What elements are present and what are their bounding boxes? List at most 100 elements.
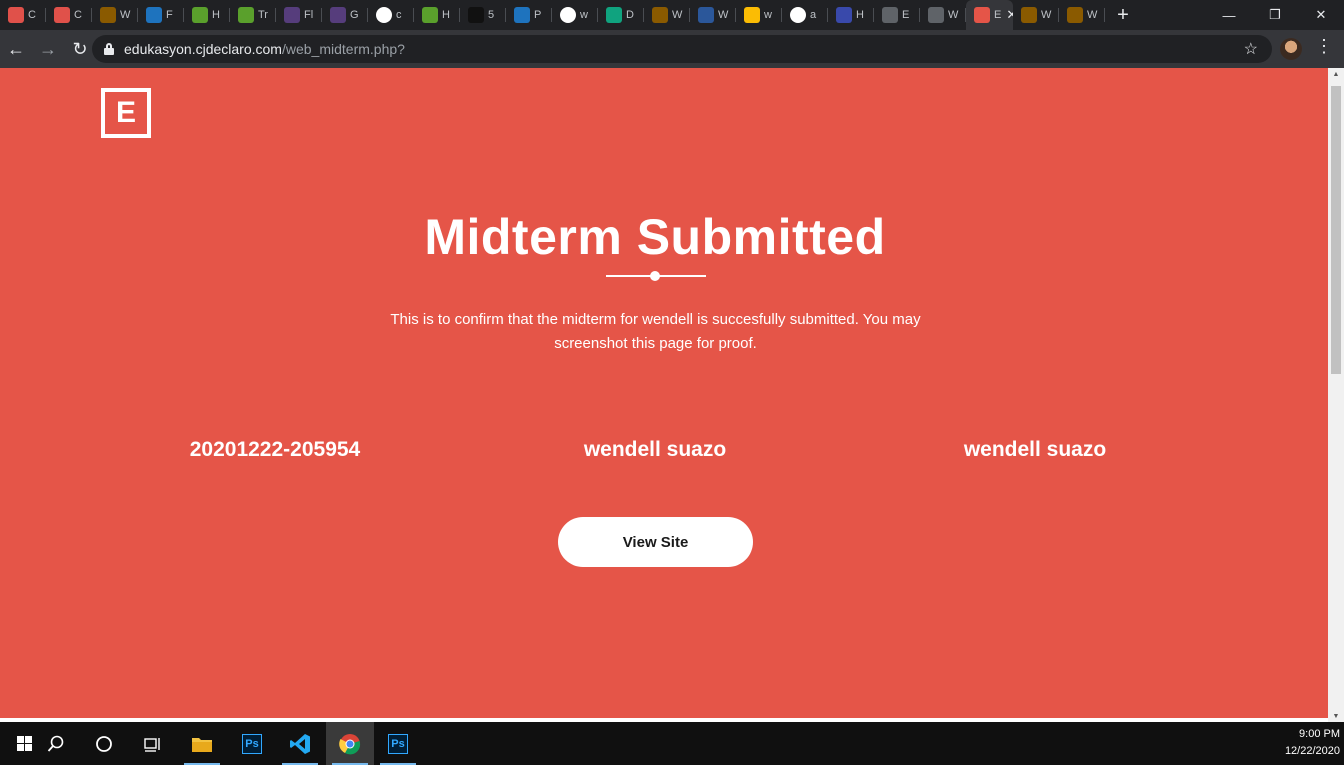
browser-tab[interactable]: D [598, 0, 644, 30]
browser-tab[interactable]: C [46, 0, 92, 30]
search-icon[interactable] [32, 722, 80, 765]
browser-toolbar: ← → ↻ edukasyon.cjdeclaro.com/web_midter… [0, 30, 1344, 68]
scrollbar-thumb[interactable] [1331, 86, 1341, 374]
scroll-up-icon[interactable]: ▲ [1328, 68, 1344, 80]
flag-tab-icon [146, 7, 162, 23]
tab-title: H [856, 9, 864, 21]
contact-tab-icon [928, 7, 944, 23]
address-bar[interactable]: edukasyon.cjdeclaro.com/web_midterm.php?… [92, 35, 1272, 63]
edukasyon-tab-icon [974, 7, 990, 23]
tab-title: H [442, 9, 450, 21]
github-tab-icon [560, 7, 576, 23]
browser-tab[interactable]: C [0, 0, 46, 30]
w-tab-icon [1021, 7, 1037, 23]
browser-tab[interactable]: W [1013, 0, 1059, 30]
w-tab-icon [100, 7, 116, 23]
chrome-icon[interactable] [326, 722, 374, 765]
browser-tab[interactable]: H [828, 0, 874, 30]
flag-tab-icon [514, 7, 530, 23]
tab-title: Tr [258, 9, 268, 21]
photoshop-icon[interactable]: Ps [228, 722, 276, 765]
tab-close-icon[interactable]: ✕ [1006, 7, 1013, 23]
browser-tab[interactable]: 5 [460, 0, 506, 30]
browser-tab[interactable]: w [736, 0, 782, 30]
wave-tab-icon [238, 7, 254, 23]
tab-title: W [1041, 9, 1052, 21]
title-divider-dot [650, 271, 660, 281]
window-tab-icon [836, 7, 852, 23]
tab-title: P [534, 9, 542, 21]
page-viewport: E Midterm Submitted This is to confirm t… [0, 68, 1328, 718]
tab-title: F [166, 9, 173, 21]
tab-title: H [212, 9, 220, 21]
vscode-icon[interactable] [276, 722, 324, 765]
close-window-icon[interactable]: ✕ [1298, 0, 1344, 30]
tab-title: 5 [488, 9, 495, 21]
tab-title: w [580, 9, 588, 21]
window-controls: — ❐ ✕ [1206, 0, 1344, 30]
browser-tab[interactable]: E ✕ [966, 0, 1013, 30]
view-site-button[interactable]: View Site [558, 517, 753, 567]
page-title: Midterm Submitted [424, 209, 886, 265]
site-logo[interactable]: E [101, 88, 151, 138]
tab-title: W [718, 9, 729, 21]
browser-tab[interactable]: W [690, 0, 736, 30]
system-clock[interactable]: 9:00 PM 12/22/2020 [1270, 726, 1340, 760]
browser-tab[interactable]: F [138, 0, 184, 30]
tab-title: C [28, 9, 36, 21]
opera-tab-icon [8, 7, 24, 23]
wave-tab-icon [192, 7, 208, 23]
browser-tab[interactable]: E [874, 0, 920, 30]
browser-tab[interactable]: P [506, 0, 552, 30]
browser-tab[interactable]: W [644, 0, 690, 30]
tab-title: W [672, 9, 683, 21]
wave-tab-icon [422, 7, 438, 23]
new-tab-button[interactable]: + [1105, 0, 1141, 30]
tab-title: Fl [304, 9, 314, 21]
task-view-icon[interactable] [128, 722, 176, 765]
scroll-down-icon[interactable]: ▼ [1328, 710, 1344, 722]
google-tab-icon [376, 7, 392, 23]
submitted-by: wendell suazo [963, 438, 1107, 461]
browser-tab[interactable]: H [184, 0, 230, 30]
bootstrap-tab-icon [284, 7, 300, 23]
tab-title: C [74, 9, 82, 21]
minimize-icon[interactable]: — [1206, 0, 1252, 30]
url-host: edukasyon.cjdeclaro.com [124, 41, 282, 57]
browser-tab[interactable]: G [322, 0, 368, 30]
forward-icon[interactable]: → [32, 33, 64, 65]
tab-title: W [120, 9, 131, 21]
tab-title: D [626, 9, 634, 21]
profile-avatar[interactable] [1280, 38, 1302, 60]
globe-tab-icon [882, 7, 898, 23]
clock-time: 9:00 PM [1299, 728, 1340, 740]
browser-tab[interactable]: H [414, 0, 460, 30]
diamond-tab-icon [606, 7, 622, 23]
restore-icon[interactable]: ❐ [1252, 0, 1298, 30]
cortana-icon[interactable] [80, 722, 128, 765]
menu-dots-icon[interactable]: ⋮ [1314, 36, 1334, 57]
browser-tab[interactable]: W [920, 0, 966, 30]
photoshop-icon[interactable]: Ps [374, 722, 422, 765]
tab-title: c [396, 9, 402, 21]
bookmark-star-icon[interactable]: ☆ [1244, 39, 1258, 59]
browser-tab[interactable]: a [782, 0, 828, 30]
clock-date: 12/22/2020 [1284, 745, 1340, 757]
browser-tab[interactable]: W [92, 0, 138, 30]
tab-title: W [948, 9, 959, 21]
drive-tab-icon [744, 7, 760, 23]
browser-tab[interactable]: Tr [230, 0, 276, 30]
w-tab-icon [1067, 7, 1083, 23]
file-explorer-icon[interactable] [178, 722, 226, 765]
windows-taskbar: Ps Ps 9:00 PM 12/22/2020 [0, 722, 1344, 765]
tab-title: a [810, 9, 817, 21]
tab-title: G [350, 9, 359, 21]
confirmation-message: This is to confirm that the midterm for … [390, 311, 921, 352]
browser-tab[interactable]: w [552, 0, 598, 30]
page-scrollbar[interactable]: ▲ ▼ [1328, 68, 1344, 722]
browser-tab[interactable]: W [1059, 0, 1105, 30]
tab-title: E [994, 9, 1002, 21]
browser-tab[interactable]: c [368, 0, 414, 30]
browser-tab[interactable]: Fl [276, 0, 322, 30]
back-icon[interactable]: ← [0, 33, 32, 65]
